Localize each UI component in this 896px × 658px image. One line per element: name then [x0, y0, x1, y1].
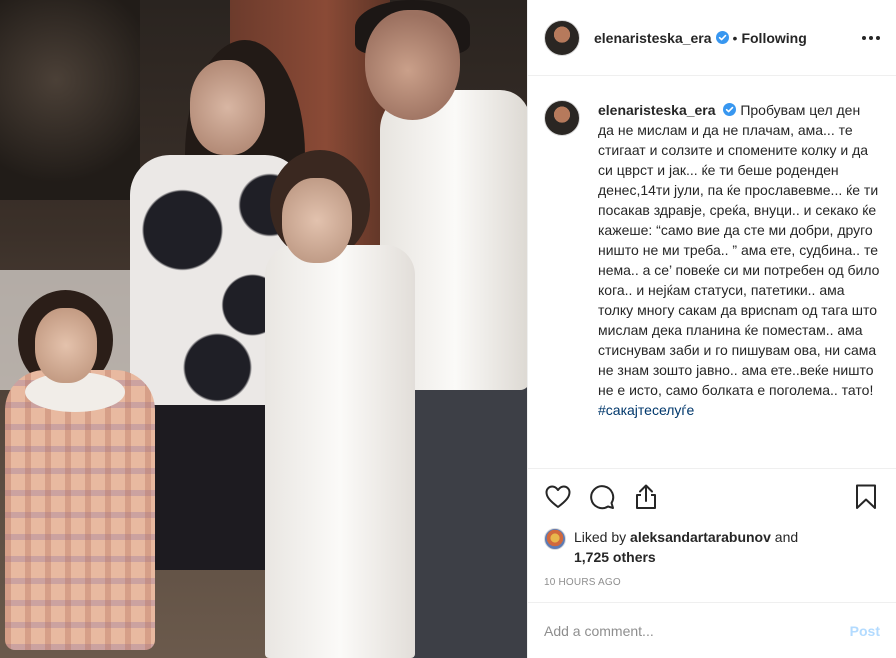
caption: elenaristeska_era Пробувам цел ден да не… [598, 100, 880, 468]
photo-child-head [35, 308, 97, 383]
photo-background-left [0, 0, 140, 200]
caption-area: elenaristeska_era Пробувам цел ден да не… [528, 76, 896, 468]
liker-avatar[interactable] [544, 528, 566, 550]
comment-input[interactable] [544, 622, 850, 639]
caption-author-avatar[interactable] [544, 100, 580, 136]
comment-bar: Post [528, 602, 896, 658]
photo-child-dress [5, 370, 155, 650]
caption-username[interactable]: elenaristeska_era [598, 102, 716, 118]
verified-badge-icon [723, 103, 737, 116]
caption-text: Пробувам цел ден да не мислам и да не пл… [598, 102, 880, 398]
photo-woman-head [190, 60, 265, 155]
verified-badge-icon [715, 31, 729, 44]
likes-prefix: Liked by [574, 529, 631, 545]
author-username[interactable]: elenaristeska_era [594, 30, 712, 46]
post-side-panel: elenaristeska_era • Following elenariste… [527, 0, 896, 658]
more-dot [876, 35, 880, 40]
bookmark-icon[interactable] [852, 483, 880, 511]
action-buttons [544, 477, 880, 517]
header-separator: • [732, 29, 738, 46]
likes-count[interactable]: 1,725 others [574, 549, 656, 565]
likes-text: Liked by aleksandartarabunov and 1,725 o… [574, 527, 798, 567]
post-header: elenaristeska_era • Following [528, 0, 896, 76]
photo-woman-skirt [150, 390, 280, 570]
post-photo[interactable] [0, 0, 527, 658]
comment-icon[interactable] [588, 483, 616, 511]
post-timestamp[interactable]: 10 HOURS AGO [544, 577, 880, 602]
photo-girl-head [282, 178, 352, 263]
share-icon[interactable] [632, 483, 660, 511]
photo-man-head [365, 10, 460, 120]
heart-icon[interactable] [544, 483, 572, 511]
more-dot [862, 35, 866, 40]
caption-hashtag[interactable]: #сакајтеселуѓе [598, 400, 880, 420]
following-button[interactable]: Following [741, 30, 806, 46]
liker-username[interactable]: aleksandartarabunov [630, 529, 771, 545]
likes-summary: Liked by aleksandartarabunov and 1,725 o… [544, 527, 880, 567]
photo-girl-outfit [265, 245, 415, 658]
instagram-post: elenaristeska_era • Following elenariste… [0, 0, 896, 658]
more-dot [869, 35, 873, 40]
author-avatar[interactable] [544, 19, 580, 56]
actions-section: Liked by aleksandartarabunov and 1,725 o… [528, 468, 896, 602]
likes-middle: and [770, 529, 799, 545]
more-options-icon[interactable] [862, 28, 880, 48]
post-comment-button[interactable]: Post [850, 623, 880, 639]
